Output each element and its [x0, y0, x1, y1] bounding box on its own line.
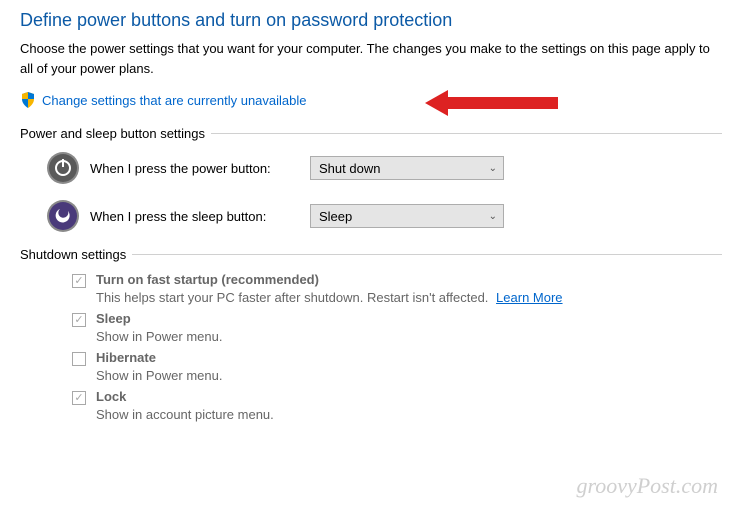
shutdown-section-label: Shutdown settings [20, 247, 126, 262]
lock-label: Lock [96, 389, 126, 404]
fast-startup-row: Turn on fast startup (recommended) [72, 272, 722, 288]
lock-sub: Show in account picture menu. [96, 407, 722, 422]
arrow-annotation-icon [420, 86, 560, 123]
shield-icon [20, 92, 36, 108]
power-button-value: Shut down [319, 161, 380, 176]
chevron-down-icon: ⌄ [489, 211, 497, 222]
page-title: Define power buttons and turn on passwor… [20, 10, 722, 31]
sleep-icon [46, 199, 80, 233]
sleep-checkbox[interactable] [72, 313, 86, 327]
change-settings-link[interactable]: Change settings that are currently unava… [42, 93, 307, 108]
hibernate-sub: Show in Power menu. [96, 368, 722, 383]
power-button-label: When I press the power button: [90, 161, 310, 176]
chevron-down-icon: ⌄ [489, 163, 497, 174]
fast-startup-label: Turn on fast startup (recommended) [96, 272, 319, 287]
fast-startup-checkbox[interactable] [72, 274, 86, 288]
power-sleep-section-header: Power and sleep button settings [20, 126, 722, 141]
page-description: Choose the power settings that you want … [20, 39, 722, 78]
sleep-label: Sleep [96, 311, 131, 326]
sleep-button-dropdown[interactable]: Sleep ⌄ [310, 204, 504, 228]
hibernate-checkbox[interactable] [72, 352, 86, 366]
sleep-button-row: When I press the sleep button: Sleep ⌄ [46, 199, 722, 233]
power-sleep-section-label: Power and sleep button settings [20, 126, 205, 141]
lock-row: Lock [72, 389, 722, 405]
hibernate-row: Hibernate [72, 350, 722, 366]
sleep-button-value: Sleep [319, 209, 352, 224]
power-icon [46, 151, 80, 185]
watermark: groovyPost.com [576, 473, 718, 499]
lock-checkbox[interactable] [72, 391, 86, 405]
power-button-row: When I press the power button: Shut down… [46, 151, 722, 185]
hibernate-label: Hibernate [96, 350, 156, 365]
sleep-button-label: When I press the sleep button: [90, 209, 310, 224]
fast-startup-sub: This helps start your PC faster after sh… [96, 290, 722, 305]
shutdown-section-header: Shutdown settings [20, 247, 722, 262]
change-settings-row: Change settings that are currently unava… [20, 92, 722, 108]
divider [211, 133, 722, 134]
learn-more-link[interactable]: Learn More [496, 290, 562, 305]
sleep-row: Sleep [72, 311, 722, 327]
sleep-sub: Show in Power menu. [96, 329, 722, 344]
divider [132, 254, 722, 255]
power-button-dropdown[interactable]: Shut down ⌄ [310, 156, 504, 180]
